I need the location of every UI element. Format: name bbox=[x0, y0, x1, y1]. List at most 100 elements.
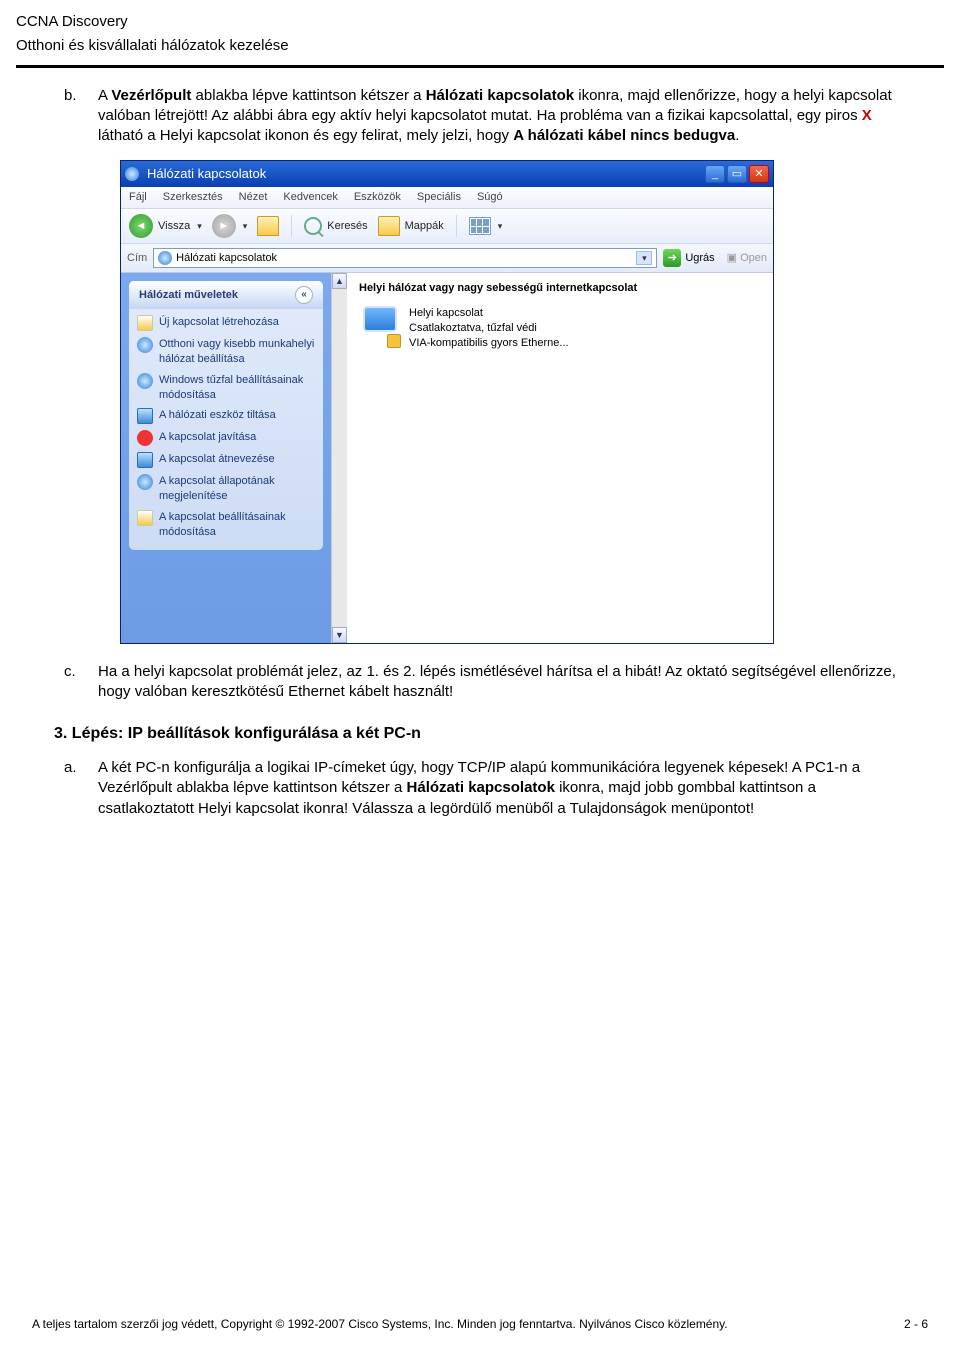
tasks-title: Hálózati műveletek bbox=[139, 288, 238, 303]
item-b-marker: b. bbox=[64, 86, 98, 147]
lock-icon bbox=[387, 334, 401, 348]
forward-dropdown-icon[interactable]: ▾ bbox=[243, 220, 248, 232]
views-icon bbox=[469, 217, 491, 235]
menu-edit[interactable]: Szerkesztés bbox=[163, 190, 223, 205]
menu-help[interactable]: Súgó bbox=[477, 190, 503, 205]
task-label: Új kapcsolat létrehozása bbox=[159, 315, 279, 331]
minimize-button[interactable]: _ bbox=[705, 165, 725, 183]
menu-advanced[interactable]: Speciális bbox=[417, 190, 461, 205]
scroll-up-icon[interactable]: ▲ bbox=[332, 273, 347, 289]
go-button[interactable]: ➔ Ugrás bbox=[663, 249, 714, 267]
task-label: A hálózati eszköz tiltása bbox=[159, 408, 276, 424]
go-arrow-icon: ➔ bbox=[663, 249, 681, 267]
task-icon bbox=[137, 315, 153, 331]
task-status[interactable]: A kapcsolat állapotának megjelenítése bbox=[137, 474, 315, 504]
address-input[interactable]: Hálózati kapcsolatok ▾ bbox=[153, 248, 657, 268]
item-c-body: Ha a helyi kapcsolat problémát jelez, az… bbox=[98, 662, 906, 703]
task-icon bbox=[137, 373, 153, 389]
menubar: Fájl Szerkesztés Nézet Kedvencek Eszközö… bbox=[121, 187, 773, 209]
tasks-pane-header[interactable]: Hálózati műveletek « bbox=[129, 281, 323, 309]
category-heading: Helyi hálózat vagy nagy sebességű intern… bbox=[359, 281, 765, 296]
chevron-up-icon[interactable]: « bbox=[295, 286, 313, 304]
footer: A teljes tartalom szerzői jog védett, Co… bbox=[16, 1306, 944, 1342]
connection-adapter: VIA-kompatibilis gyors Etherne... bbox=[409, 336, 569, 351]
forward-button[interactable]: ► ▾ bbox=[212, 214, 248, 238]
item-a-body: A két PC-n konfigurálja a logikai IP-cím… bbox=[98, 758, 906, 819]
toolbar: ◄ Vissza ▾ ► ▾ Keresés Mappák bbox=[121, 209, 773, 244]
task-label: A kapcsolat átnevezése bbox=[159, 452, 275, 468]
task-new-connection[interactable]: Új kapcsolat létrehozása bbox=[137, 315, 315, 331]
task-label: A kapcsolat beállításainak módosítása bbox=[159, 510, 315, 540]
folders-icon bbox=[378, 216, 400, 236]
task-disable[interactable]: A hálózati eszköz tiltása bbox=[137, 408, 315, 424]
doc-title-1: CCNA Discovery bbox=[16, 12, 944, 32]
address-icon bbox=[158, 251, 172, 265]
menu-tools[interactable]: Eszközök bbox=[354, 190, 401, 205]
bold: A hálózati kábel nincs bedugva bbox=[513, 127, 735, 144]
views-button[interactable]: ▾ bbox=[469, 217, 503, 235]
menu-favorites[interactable]: Kedvencek bbox=[283, 190, 337, 205]
connection-text: Helyi kapcsolat Csatlakoztatva, tűzfal v… bbox=[409, 306, 569, 351]
txt: . bbox=[735, 127, 739, 144]
item-c-marker: c. bbox=[64, 662, 98, 703]
task-rename[interactable]: A kapcsolat átnevezése bbox=[137, 452, 315, 468]
sidebar: Hálózati műveletek « Új kapcsolat létreh… bbox=[121, 273, 331, 643]
back-dropdown-icon[interactable]: ▾ bbox=[197, 220, 202, 232]
window-body: Hálózati műveletek « Új kapcsolat létreh… bbox=[121, 273, 773, 643]
back-label: Vissza bbox=[158, 219, 190, 234]
task-icon bbox=[137, 474, 153, 490]
item-a: a. A két PC-n konfigurálja a logikai IP-… bbox=[64, 758, 906, 819]
footer-page: 2 - 6 bbox=[904, 1316, 928, 1332]
search-label: Keresés bbox=[327, 219, 367, 234]
go-label: Ugrás bbox=[685, 251, 714, 266]
search-button[interactable]: Keresés bbox=[304, 217, 367, 235]
red-x: X bbox=[862, 107, 872, 124]
scroll-down-icon[interactable]: ▼ bbox=[332, 627, 347, 643]
scroll-track[interactable] bbox=[332, 289, 347, 627]
open-icon: ▣ bbox=[727, 251, 737, 266]
main-pane: Helyi hálózat vagy nagy sebességű intern… bbox=[347, 273, 773, 643]
item-b: b. A Vezérlőpult ablakba lépve kattintso… bbox=[64, 86, 906, 147]
monitor-icon bbox=[363, 306, 397, 332]
views-dropdown-icon[interactable]: ▾ bbox=[498, 220, 503, 232]
connection-icon bbox=[359, 306, 401, 348]
step-3-heading: 3. Lépés: IP beállítások konfigurálása a… bbox=[54, 723, 906, 745]
maximize-button[interactable]: ▭ bbox=[727, 165, 747, 183]
connection-name: Helyi kapcsolat bbox=[409, 306, 569, 321]
sidebar-scrollbar[interactable]: ▲ ▼ bbox=[331, 273, 347, 643]
titlebar[interactable]: Hálózati kapcsolatok _ ▭ ✕ bbox=[121, 161, 773, 187]
task-icon bbox=[137, 337, 153, 353]
window-icon bbox=[125, 167, 139, 181]
network-connections-window: Hálózati kapcsolatok _ ▭ ✕ Fájl Szerkesz… bbox=[120, 160, 774, 644]
item-a-marker: a. bbox=[64, 758, 98, 819]
tasks-list: Új kapcsolat létrehozása Otthoni vagy ki… bbox=[129, 309, 323, 550]
address-dropdown-icon[interactable]: ▾ bbox=[636, 251, 652, 265]
menu-view[interactable]: Nézet bbox=[239, 190, 268, 205]
bold: Hálózati kapcsolatok bbox=[407, 779, 555, 796]
connection-status: Csatlakoztatva, tűzfal védi bbox=[409, 321, 569, 336]
connection-item[interactable]: Helyi kapcsolat Csatlakoztatva, tűzfal v… bbox=[359, 306, 765, 351]
up-button[interactable] bbox=[257, 216, 279, 236]
divider bbox=[16, 65, 944, 68]
txt: ablakba lépve kattintson kétszer a bbox=[191, 87, 425, 104]
close-button[interactable]: ✕ bbox=[749, 165, 769, 183]
task-repair[interactable]: A kapcsolat javítása bbox=[137, 430, 315, 446]
doc-title-2: Otthoni és kisvállalati hálózatok kezelé… bbox=[16, 36, 944, 56]
task-label: A kapcsolat javítása bbox=[159, 430, 256, 446]
task-icon bbox=[137, 510, 153, 526]
folders-button[interactable]: Mappák bbox=[378, 216, 444, 236]
task-properties[interactable]: A kapcsolat beállításainak módosítása bbox=[137, 510, 315, 540]
menu-file[interactable]: Fájl bbox=[129, 190, 147, 205]
address-bar: Cím Hálózati kapcsolatok ▾ ➔ Ugrás ▣ Ope… bbox=[121, 244, 773, 273]
task-label: A kapcsolat állapotának megjelenítése bbox=[159, 474, 315, 504]
task-home-network[interactable]: Otthoni vagy kisebb munkahelyi hálózat b… bbox=[137, 337, 315, 367]
task-icon bbox=[137, 430, 153, 446]
txt: látható a Helyi kapcsolat ikonon és egy … bbox=[98, 127, 513, 144]
tasks-pane: Hálózati műveletek « Új kapcsolat létreh… bbox=[129, 281, 323, 550]
back-button[interactable]: ◄ Vissza ▾ bbox=[129, 214, 202, 238]
task-icon bbox=[137, 452, 153, 468]
forward-icon: ► bbox=[212, 214, 236, 238]
address-label: Cím bbox=[127, 251, 147, 266]
task-firewall[interactable]: Windows tűzfal beállításainak módosítása bbox=[137, 373, 315, 403]
search-icon bbox=[304, 217, 322, 235]
